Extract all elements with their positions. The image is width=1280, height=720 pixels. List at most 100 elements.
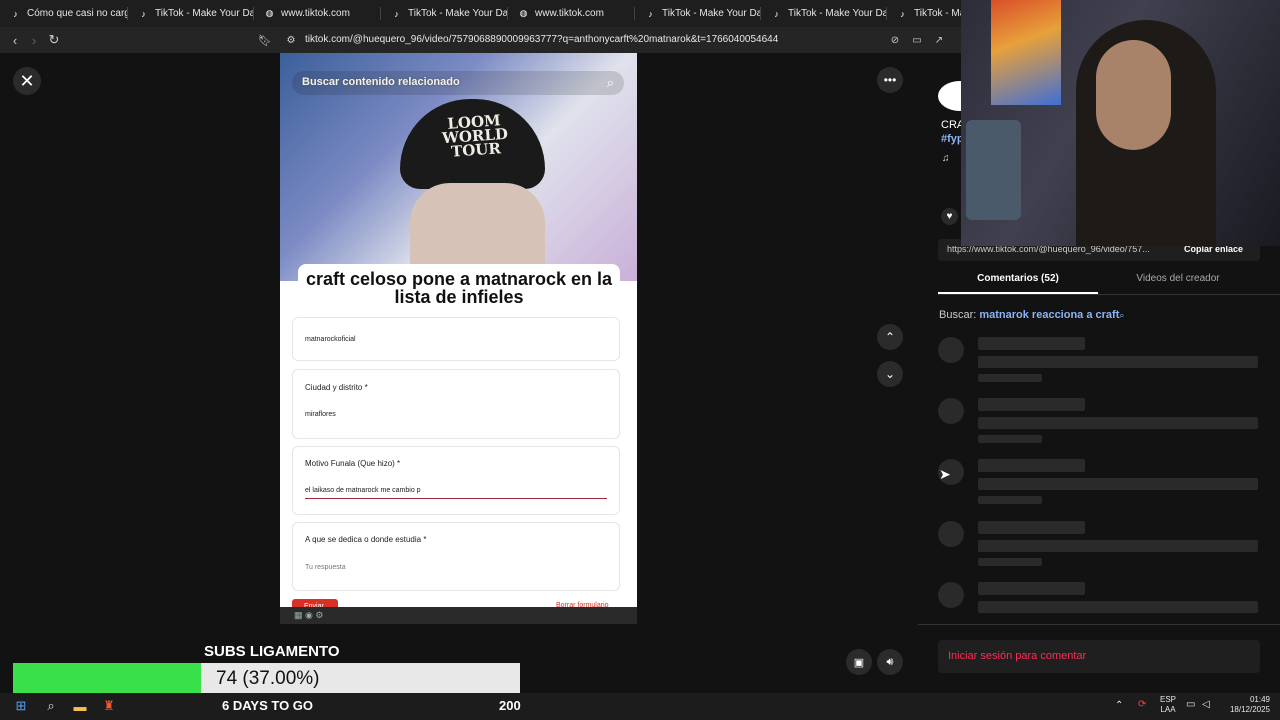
floating-player-icon[interactable]: ▣ — [846, 649, 872, 675]
browser-tab[interactable]: ♪ Cómo que casi no cargo p — [0, 0, 128, 27]
tab-creator-videos[interactable]: Videos del creador — [1098, 273, 1258, 295]
tab-title: Cómo que casi no cargo p — [27, 8, 128, 19]
comment-skeleton-avatar — [938, 337, 964, 363]
comment-skeleton-line — [978, 459, 1085, 472]
comment-skeleton-line — [978, 582, 1085, 595]
login-to-comment-button[interactable]: Iniciar sesión para comentar — [938, 640, 1260, 673]
comment-skeleton-line — [978, 601, 1258, 613]
tiktok-icon: ♪ — [900, 8, 905, 19]
search-suggestion[interactable]: Buscar: matnarok reacciona a craft⌕ — [939, 309, 1124, 321]
browser-tab[interactable]: ♪ TikTok - Make Your Day — [635, 0, 761, 27]
comment-skeleton-line — [978, 521, 1085, 534]
streamer-face — [1096, 40, 1171, 150]
form-field-card: Motivo Funala (Que hizo) * el laikaso de… — [292, 446, 620, 515]
browser-tab[interactable]: ♪ TikTok - Make Your Day — [128, 0, 254, 27]
no-tracking-icon[interactable]: ⊘ — [886, 31, 904, 49]
comment-skeleton-avatar — [938, 521, 964, 547]
wall-poster — [991, 0, 1061, 105]
search-term: matnarok reacciona a craft — [979, 309, 1120, 321]
like-icon[interactable]: ♥ — [941, 208, 958, 225]
comment-skeleton-line — [978, 398, 1085, 411]
streamer-webcam — [961, 0, 1280, 246]
clock-date: 18/12/2025 — [1229, 705, 1270, 714]
comment-skeleton-avatar — [938, 582, 964, 608]
desk-figure — [966, 120, 1021, 220]
share-icon[interactable]: ↗ — [930, 31, 948, 49]
comment-skeleton-line — [978, 374, 1042, 382]
related-search-placeholder: Buscar contenido relacionado — [302, 76, 460, 88]
lang-line1: ESP — [1159, 695, 1176, 704]
reload-icon[interactable]: ↻ — [45, 31, 63, 49]
tiktok-icon: ♪ — [141, 8, 146, 19]
globe-icon: ◍ — [265, 8, 274, 18]
days-to-go: 6 DAYS TO GO — [222, 698, 314, 713]
field-question: Ciudad y distrito * — [305, 383, 368, 392]
volume-icon[interactable]: ◁ — [1202, 700, 1210, 710]
search-icon[interactable]: ⌕ — [607, 75, 614, 91]
tabs-divider — [938, 294, 1280, 295]
sync-icon[interactable]: ⟳ — [1138, 700, 1146, 710]
comment-skeleton-line — [978, 540, 1258, 552]
language-indicator[interactable]: ESP LAA — [1158, 695, 1178, 715]
field-answer: miraflores — [305, 411, 336, 418]
browser-tab[interactable]: ◍ www.tiktok.com — [508, 0, 635, 27]
subs-progress-bar: 74 (37.00%) — [13, 663, 520, 693]
mouse-cursor-icon: ➤ — [939, 466, 951, 482]
folder-icon[interactable]: ▬ — [71, 697, 89, 715]
forward-icon[interactable]: › — [25, 31, 43, 49]
comment-skeleton-line — [978, 478, 1258, 490]
comment-skeleton-line — [978, 496, 1042, 504]
music-note-icon: ♫ — [942, 153, 950, 164]
tiktok-icon: ♪ — [13, 8, 18, 19]
field-answer: matnarockoficial — [305, 336, 356, 343]
address-bar-url[interactable]: tiktok.com/@huequero_96/video/7579068890… — [305, 34, 778, 45]
cap-logo-text: LOOM WORLD TOUR — [441, 111, 509, 161]
field-question: Motivo Funala (Que hizo) * — [305, 459, 401, 468]
comment-skeleton-line — [978, 356, 1258, 368]
comment-skeleton-line — [978, 337, 1085, 350]
form-field-card: matnarockoficial — [292, 317, 620, 361]
volume-icon[interactable]: 🔊︎ — [877, 649, 903, 675]
start-icon[interactable]: ⊞ — [12, 697, 30, 715]
clock[interactable]: 01:49 18/12/2025 — [1224, 695, 1270, 715]
field-answer: el laikaso de matnarock me cambio p — [305, 487, 421, 494]
comment-input-divider — [918, 624, 1280, 625]
tab-title: www.tiktok.com — [535, 8, 604, 19]
tiktok-icon: ♪ — [394, 8, 399, 19]
browser-tab[interactable]: ◍ www.tiktok.com — [254, 0, 381, 27]
bookmark-icon[interactable]: 🔖︎ — [256, 31, 274, 49]
tab-title: TikTok - Make Your Day — [662, 8, 761, 19]
back-icon[interactable]: ‹ — [6, 31, 24, 49]
browser-tab[interactable]: ♪ TikTok - Make — [887, 0, 962, 27]
field-answer: Tu respuesta — [305, 564, 346, 571]
subs-goal-target: 200 — [499, 698, 521, 713]
tiktok-icon: ♪ — [774, 8, 779, 19]
site-info-icon[interactable]: ⚙ — [282, 31, 300, 49]
app-icons: ▦ ◉ ⚙ — [294, 610, 324, 620]
video-player[interactable]: LOOM WORLD TOUR Buscar contenido relacio… — [280, 53, 637, 624]
display-icon[interactable]: ▭ — [1186, 700, 1195, 710]
form-field-card: Ciudad y distrito * miraflores — [292, 369, 620, 439]
comment-skeleton-line — [978, 417, 1258, 429]
brave-browser-icon[interactable]: ♜ — [100, 697, 118, 715]
browser-tab[interactable]: ♪ TikTok - Make Your Day — [381, 0, 508, 27]
more-options-icon[interactable]: ••• — [877, 67, 903, 93]
video-bottom-strip: ▦ ◉ ⚙ — [280, 607, 637, 624]
search-prefix: Buscar: — [939, 309, 977, 321]
clock-time: 01:49 — [1249, 695, 1270, 704]
subs-progress-text: 74 (37.00%) — [216, 668, 320, 689]
cast-icon[interactable]: ▭ — [908, 31, 926, 49]
comment-skeleton-line — [978, 558, 1042, 566]
previous-video-icon[interactable]: ⌃ — [877, 324, 903, 350]
chevron-up-icon[interactable]: ⌃ — [1115, 701, 1123, 711]
field-underline — [305, 498, 607, 499]
browser-tab[interactable]: ♪ TikTok - Make Your Day — [761, 0, 887, 27]
globe-icon: ◍ — [519, 8, 528, 18]
next-video-icon[interactable]: ⌄ — [877, 361, 903, 387]
taskbar: ⊞ ⌕ ▬ ♜ 6 DAYS TO GO 200 ⌃ ESP LAA ⟳ ▭ ◁… — [0, 693, 1280, 720]
related-search-bar[interactable]: Buscar contenido relacionado ⌕ — [292, 71, 624, 95]
login-to-comment-label: Iniciar sesión para comentar — [948, 650, 1087, 662]
search-icon[interactable]: ⌕ — [42, 697, 60, 715]
close-icon[interactable]: ✕ — [13, 67, 41, 95]
tab-title: TikTok - Make Your Day — [408, 8, 508, 19]
